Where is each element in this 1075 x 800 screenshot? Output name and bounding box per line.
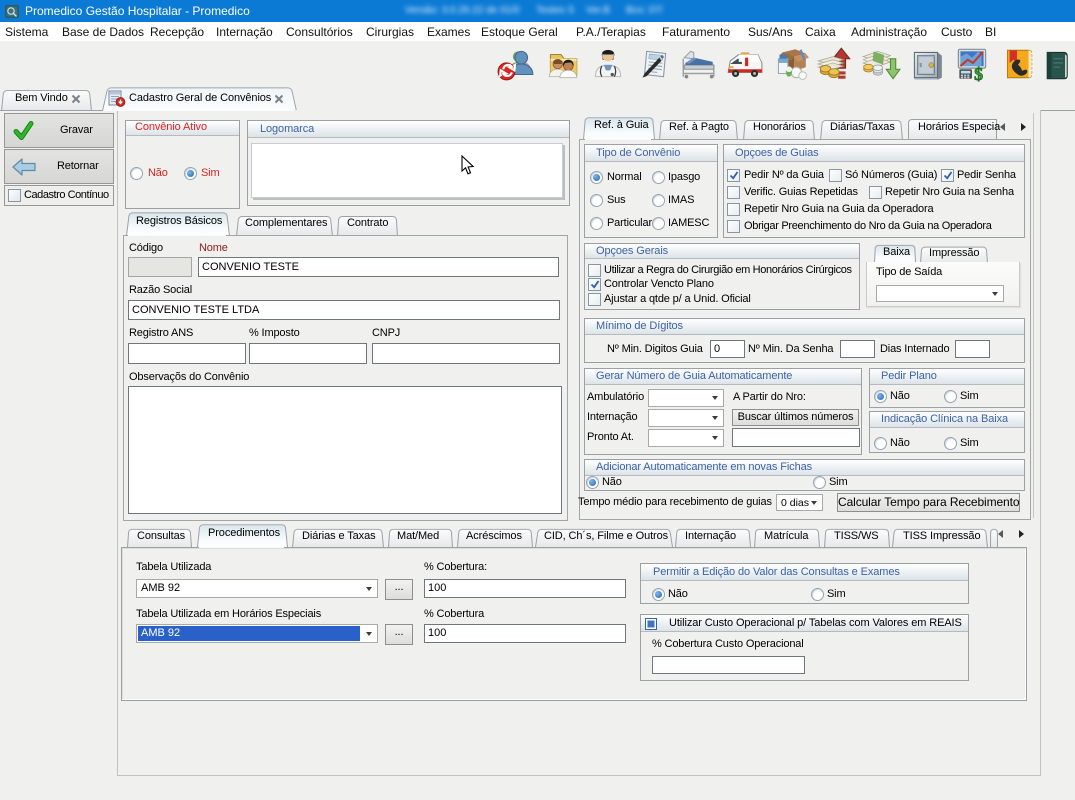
svg-text:$: $	[974, 64, 983, 84]
